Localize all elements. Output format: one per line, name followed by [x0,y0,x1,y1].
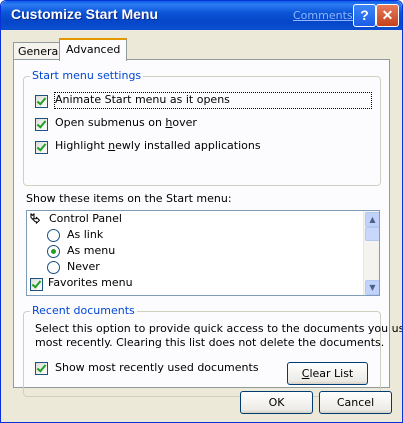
list-item[interactable]: Favorites menu [48,276,133,289]
items-list-label: Show these items on the Start menu: [26,192,232,205]
scroll-thumb[interactable] [365,227,379,241]
list-item[interactable]: As menu [67,244,115,257]
favorites-menu-checkbox[interactable] [30,278,43,291]
scroll-down-icon[interactable]: ▼ [365,280,379,295]
as-menu-radio[interactable] [47,245,60,258]
recent-documents-label: Recent documents [30,304,137,317]
scroll-up-icon[interactable]: ▲ [365,212,379,227]
cancel-button[interactable]: Cancel [319,391,392,414]
advanced-tab-panel: Start menu settings Animate Start menu a… [13,59,402,397]
highlight-new-apps-checkbox[interactable] [35,141,48,154]
open-submenus-checkbox[interactable] [35,118,48,131]
start-menu-settings-label: Start menu settings [30,69,144,82]
close-button[interactable]: ✕ [376,4,399,27]
title-bar[interactable]: Customize Start Menu Comments? ? ✕ [1,1,402,30]
tab-advanced[interactable]: Advanced [59,38,128,61]
never-radio[interactable] [47,261,60,274]
close-icon: ✕ [381,7,394,23]
ok-button[interactable]: OK [240,391,313,414]
help-button[interactable]: ? [353,4,376,27]
clear-list-button[interactable]: Clear List [287,362,368,385]
show-recent-documents-checkbox[interactable] [35,362,48,375]
comments-link[interactable]: Comments? [293,9,358,22]
question-mark-icon: ? [360,7,369,23]
show-recent-documents-label[interactable]: Show most recently used documents [55,361,259,374]
animate-start-menu-label[interactable]: Animate Start menu as it opens [55,93,230,106]
control-panel-arrow-icon: ⮱ [30,212,41,227]
dialog-body: General Advanced Start menu settings Ani… [1,30,402,422]
list-item: Control Panel [49,212,122,225]
customize-start-menu-dialog: Customize Start Menu Comments? ? ✕ Gener… [0,0,403,423]
start-menu-items-list[interactable]: ⮱ Control Panel As link As menu Never Fa… [26,210,380,296]
highlight-new-apps-label[interactable]: Highlight newly installed applications [55,139,261,152]
recent-documents-description-line2: most recently. Clearing this list does n… [35,336,385,349]
open-submenus-label[interactable]: Open submenus on hover [55,116,197,129]
window-title: Customize Start Menu [11,6,159,22]
list-item[interactable]: As link [67,228,103,241]
animate-start-menu-checkbox[interactable] [35,95,48,108]
list-scrollbar[interactable]: ▲ ▼ [363,211,379,295]
recent-documents-description-line1: Select this option to provide quick acce… [35,322,403,335]
list-item[interactable]: Never [67,260,100,273]
as-link-radio[interactable] [47,229,60,242]
